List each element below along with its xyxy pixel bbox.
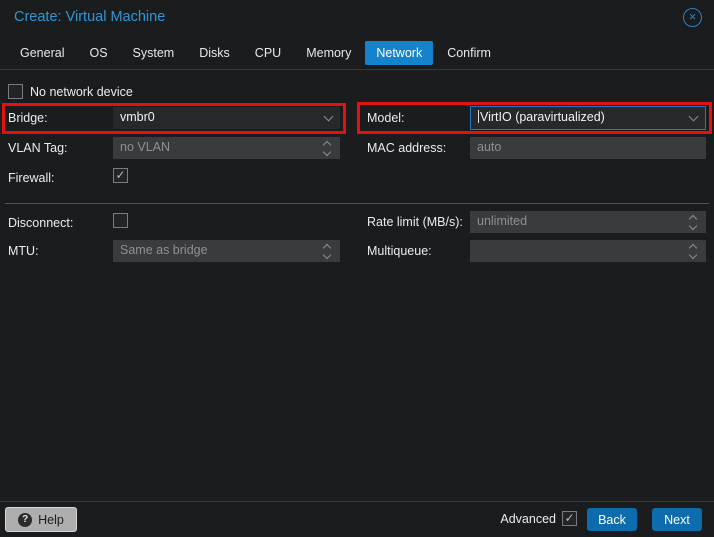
vlan-tag-input[interactable]: no VLAN [113,137,340,159]
disconnect-checkbox[interactable] [113,213,128,228]
advanced-toggle: Advanced ✓ [500,511,577,526]
vlan-tag-label: VLAN Tag: [8,137,68,159]
mtu-label: MTU: [8,240,39,262]
disconnect-label: Disconnect: [8,212,73,234]
tab-os[interactable]: OS [78,41,118,65]
mac-address-input[interactable]: auto [470,137,706,159]
spinner-icon[interactable] [689,213,699,231]
firewall-label: Firewall: [8,167,55,189]
bridge-combobox[interactable]: vmbr0 [113,107,340,129]
model-label: Model: [367,107,405,129]
multiqueue-input[interactable] [470,240,706,262]
tab-memory[interactable]: Memory [295,41,362,65]
model-combobox[interactable]: VirtIO (paravirtualized) [470,106,706,130]
tab-general[interactable]: General [9,41,75,65]
spinner-down-icon[interactable] [323,251,331,259]
dialog-titlebar: Create: Virtual Machine × [0,0,714,36]
multiqueue-label: Multiqueue: [367,240,432,262]
model-value: VirtIO (paravirtualized) [480,110,605,124]
rate-limit-input[interactable]: unlimited [470,211,706,233]
tab-system[interactable]: System [122,41,186,65]
help-button[interactable]: ? Help [5,507,77,532]
footer-divider [0,501,714,502]
no-network-device-checkbox[interactable] [8,84,23,99]
spinner-down-icon[interactable] [323,148,331,156]
mac-address-placeholder: auto [477,140,501,154]
chevron-down-icon[interactable] [324,112,334,122]
next-button[interactable]: Next [652,508,702,531]
rate-limit-label: Rate limit (MB/s): [367,211,463,233]
spinner-icon[interactable] [689,242,699,260]
spinner-down-icon[interactable] [689,251,697,259]
tab-network[interactable]: Network [365,41,433,65]
tab-confirm[interactable]: Confirm [436,41,502,65]
spinner-icon[interactable] [323,242,333,260]
chevron-down-icon[interactable] [689,112,699,122]
vlan-tag-placeholder: no VLAN [120,140,170,154]
advanced-section-divider [5,203,709,204]
tab-cpu[interactable]: CPU [244,41,292,65]
text-cursor [478,110,479,123]
spinner-icon[interactable] [323,139,333,157]
rate-limit-placeholder: unlimited [477,214,527,228]
create-vm-dialog: Create: Virtual Machine × General OS Sys… [0,0,714,537]
dialog-title: Create: Virtual Machine [14,9,165,25]
advanced-checkbox[interactable]: ✓ [562,511,577,526]
help-button-label: Help [38,513,64,527]
firewall-checkbox[interactable]: ✓ [113,168,128,183]
advanced-label: Advanced [500,512,556,526]
no-network-device-label: No network device [30,81,133,103]
back-button[interactable]: Back [587,508,637,531]
wizard-tab-bar: General OS System Disks CPU Memory Netwo… [0,37,714,70]
close-icon[interactable]: × [683,8,702,27]
mtu-placeholder: Same as bridge [120,243,208,257]
bridge-value: vmbr0 [120,110,155,124]
mtu-input[interactable]: Same as bridge [113,240,340,262]
bridge-label: Bridge: [8,107,48,129]
mac-address-label: MAC address: [367,137,446,159]
spinner-down-icon[interactable] [689,222,697,230]
tab-disks[interactable]: Disks [188,41,241,65]
question-mark-icon: ? [18,513,32,527]
